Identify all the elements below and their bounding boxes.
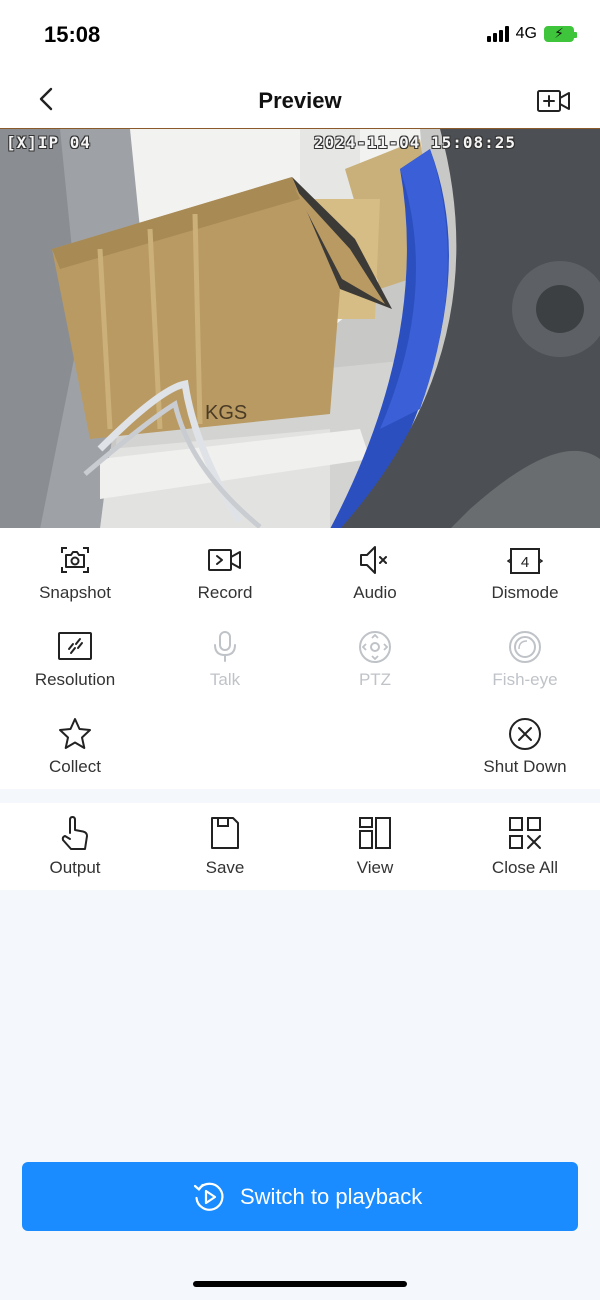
- talk-button[interactable]: Talk: [150, 615, 300, 702]
- ptz-button[interactable]: PTZ: [300, 615, 450, 702]
- record-label: Record: [197, 583, 253, 602]
- fisheye-icon: [509, 631, 541, 663]
- signal-icon: [486, 26, 509, 42]
- output-label: Output: [49, 858, 101, 877]
- status-time: 15:08: [44, 22, 101, 47]
- svg-text:4: 4: [521, 554, 529, 571]
- snapshot-button[interactable]: Snapshot: [0, 528, 150, 615]
- shut-down-button[interactable]: Shut Down: [450, 702, 600, 789]
- save-button[interactable]: Save: [150, 803, 300, 890]
- ptz-icon: [359, 631, 391, 663]
- collect-label: Collect: [49, 757, 101, 776]
- network-type: 4G: [515, 25, 537, 42]
- fisheye-label: Fish-eye: [492, 670, 558, 689]
- bottom-toolbar: Output Save View Close All: [0, 803, 600, 890]
- chevron-left-icon[interactable]: [34, 86, 60, 112]
- video-timestamp: 2024-11-04 15:08:25: [314, 133, 517, 152]
- channel-label: [X]IP 04: [6, 133, 92, 152]
- save-label: Save: [205, 858, 245, 877]
- shut-down-label: Shut Down: [483, 757, 567, 776]
- view-label: View: [356, 858, 394, 877]
- view-layout-icon: [359, 817, 391, 849]
- video-record-icon: [208, 549, 241, 571]
- hand-pointer-icon: [61, 816, 88, 850]
- split-4-icon: 4: [507, 548, 543, 574]
- camera-feed-image: KGS: [0, 129, 600, 529]
- ptz-label: PTZ: [358, 670, 392, 689]
- home-indicator: [193, 1281, 407, 1287]
- camera-icon: [61, 547, 89, 573]
- nav-bar: Preview: [0, 70, 600, 128]
- record-button[interactable]: Record: [150, 528, 300, 615]
- audio-label: Audio: [353, 583, 397, 602]
- resolution-icon: [58, 632, 92, 660]
- close-all-icon: [509, 817, 541, 849]
- status-indicators: 4G ⚡: [486, 25, 577, 43]
- audio-button[interactable]: Audio: [300, 528, 450, 615]
- status-bar: 15:08 4G ⚡: [0, 0, 600, 70]
- close-circle-icon: [509, 718, 541, 750]
- switch-to-playback-label: Switch to playback: [240, 1184, 423, 1209]
- star-icon: [59, 718, 91, 749]
- page-title: Preview: [258, 88, 342, 113]
- switch-to-playback-button[interactable]: Switch to playback: [22, 1162, 578, 1231]
- add-camera-icon[interactable]: [536, 88, 572, 114]
- dismode-button[interactable]: 4 Dismode: [450, 528, 600, 615]
- talk-label: Talk: [209, 670, 241, 689]
- fisheye-button[interactable]: Fish-eye: [450, 615, 600, 702]
- resolution-button[interactable]: Resolution: [0, 615, 150, 702]
- live-video-view[interactable]: KGS [X]IP 04 2024-11-04 15:08:25: [0, 128, 600, 529]
- battery-charging-icon: ⚡: [544, 25, 577, 42]
- microphone-icon: [214, 631, 236, 662]
- svg-text:KGS: KGS: [205, 402, 247, 424]
- dismode-label: Dismode: [491, 583, 559, 602]
- speaker-muted-icon: [360, 546, 387, 574]
- close-all-button[interactable]: Close All: [450, 803, 600, 890]
- output-button[interactable]: Output: [0, 803, 150, 890]
- snapshot-label: Snapshot: [39, 583, 111, 602]
- save-icon: [211, 817, 239, 849]
- resolution-label: Resolution: [34, 670, 116, 689]
- close-all-label: Close All: [491, 858, 559, 877]
- control-panel: Snapshot Record Audio 4 Dismode Resoluti…: [0, 528, 600, 789]
- collect-button[interactable]: Collect: [0, 702, 150, 789]
- view-button[interactable]: View: [300, 803, 450, 890]
- replay-icon: [193, 1182, 224, 1211]
